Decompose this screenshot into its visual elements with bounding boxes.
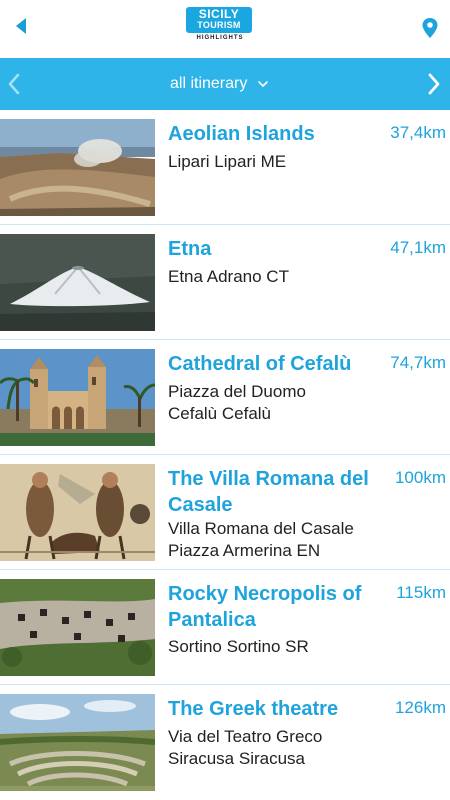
logo-line1: SICILY [198,7,240,21]
aeolian-islands-photo [0,119,155,216]
list-item[interactable]: Aeolian Islands 37,4km Lipari Lipari ME [0,110,450,225]
etna-photo [0,234,155,331]
location-pin-icon[interactable] [421,17,439,39]
item-title: Etna [168,238,212,260]
logo-badge: SICILY TOURISM [186,7,252,33]
item-title: Cathedral of Cefalù [168,353,352,375]
list-item[interactable]: The Villa Romana del Casale 100km Villa … [0,455,450,570]
pantalica-necropolis-photo [0,579,155,676]
item-address-line1: Sortino Sortino SR [168,637,309,656]
item-address-line1: Piazza del Duomo [168,382,306,401]
back-arrow-icon[interactable] [16,18,26,34]
villa-romana-mosaic-photo [0,464,155,561]
list-item[interactable]: Etna 47,1km Etna Adrano CT [0,225,450,340]
item-title: Rocky Necropolis of Pantalica [168,583,362,631]
item-address-line1: Villa Romana del Casale [168,519,354,538]
cathedral-cefalu-photo [0,349,155,446]
chevron-left-icon[interactable] [6,72,22,96]
item-distance: 37,4km [390,123,446,142]
item-address-line2: Cefalù Cefalù [168,404,272,423]
item-address-line2: Piazza Armerina EN [168,541,321,560]
item-address-line1: Etna Adrano CT [168,267,289,286]
item-distance: 47,1km [390,238,446,257]
itinerary-list: Aeolian Islands 37,4km Lipari Lipari ME … [0,110,450,799]
item-title: The Greek theatre [168,698,339,720]
item-distance: 100km [394,468,446,487]
chevron-down-icon [258,81,269,88]
itinerary-filter-bar: all itinerary [0,58,450,110]
itinerary-dropdown[interactable]: all itinerary [170,72,269,96]
logo-line2: TOURISM [197,20,241,30]
top-app-bar: SICILY TOURISM HIGHLIGHTS [0,0,450,58]
list-item[interactable]: Cathedral of Cefalù 74,7km Piazza del Du… [0,340,450,455]
item-distance: 126km [394,698,446,717]
item-title: Aeolian Islands [168,123,315,145]
list-item[interactable]: Rocky Necropolis of Pantalica 115km Sort… [0,570,450,685]
app-logo: SICILY TOURISM HIGHLIGHTS [186,7,254,45]
logo-subtitle: HIGHLIGHTS [196,35,244,41]
greek-theatre-photo [0,694,155,791]
itinerary-dropdown-label: all itinerary [170,75,248,92]
item-distance: 74,7km [390,353,446,372]
list-item[interactable]: The Greek theatre 126km Via del Teatro G… [0,685,450,799]
item-title: The Villa Romana del Casale [168,468,369,516]
item-address-line1: Via del Teatro Greco [168,727,323,746]
item-address-line2: Siracusa Siracusa [168,749,306,768]
item-distance: 115km [396,583,446,602]
item-address-line1: Lipari Lipari ME [168,152,287,171]
chevron-right-icon[interactable] [426,72,442,96]
